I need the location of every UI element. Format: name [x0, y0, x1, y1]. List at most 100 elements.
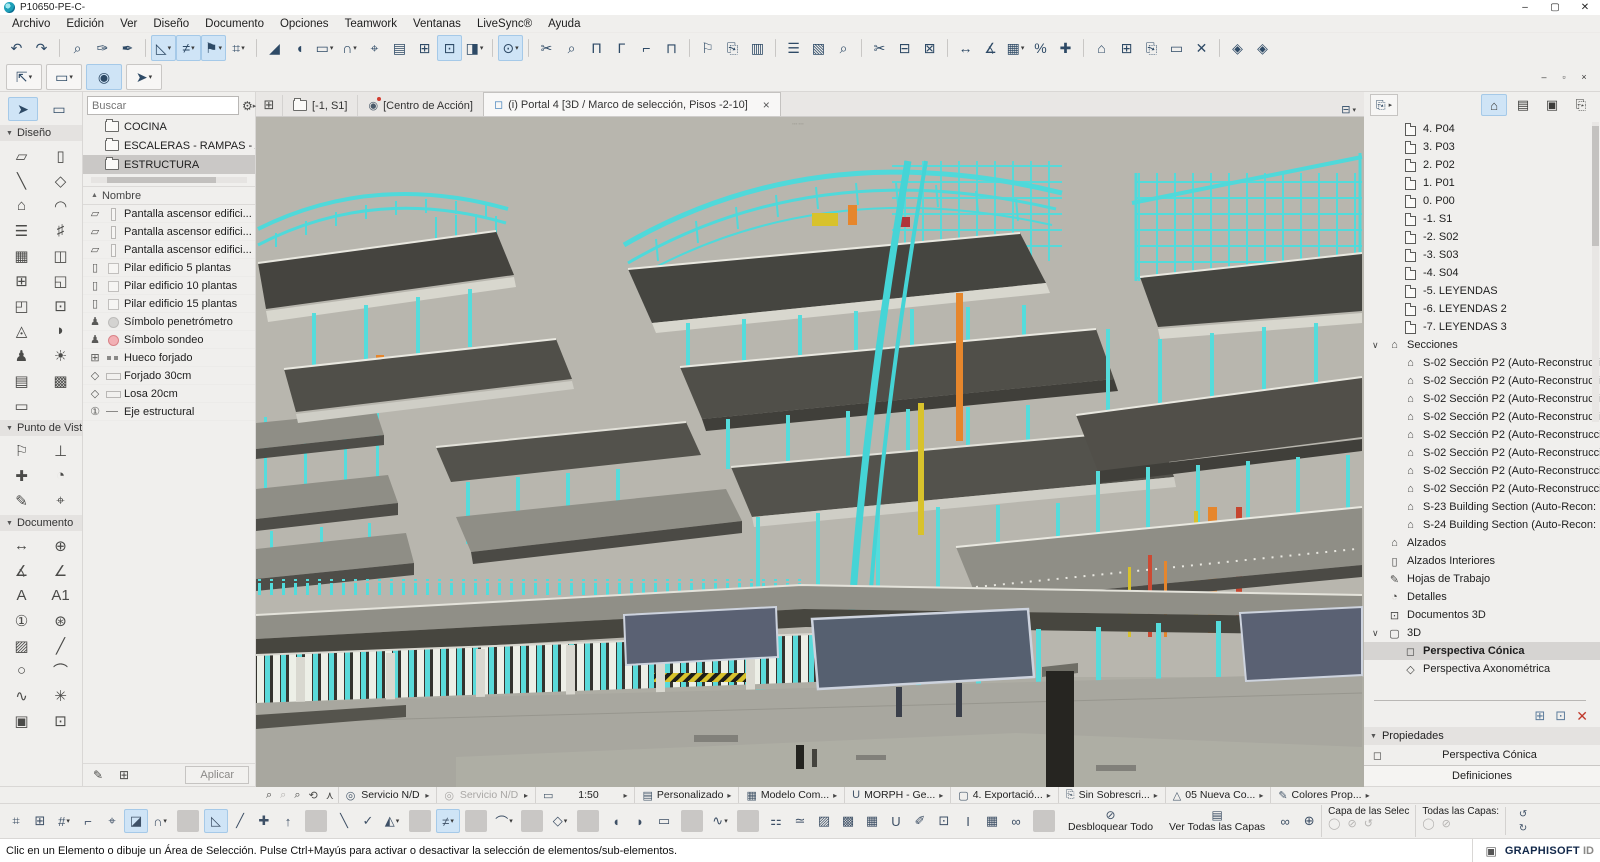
marquee-tool-icon[interactable]: ▭ [44, 97, 74, 121]
navigator-item[interactable]: ∨ Detalles [1364, 588, 1600, 606]
navigator-item[interactable]: ∨ -5. LEYENDAS [1364, 282, 1600, 300]
link-lock-icon[interactable]: ⊕ [1297, 809, 1321, 833]
redo-icon[interactable]: ↷▾ [29, 35, 54, 61]
unlock-all-button[interactable]: ⊘ Desbloquear Todo [1060, 805, 1161, 837]
project-chooser-button[interactable]: ⎘▸ [1370, 94, 1398, 116]
arc-segment-icon[interactable]: ⌒▾ [492, 809, 516, 833]
library-manager-icon[interactable]: ◈▾ [1225, 35, 1250, 61]
guide-lines-icon[interactable]: ≠▾ [176, 35, 201, 61]
subtract-icon[interactable]: ⊟▾ [892, 35, 917, 61]
link-elements-icon[interactable]: ∞ [1273, 809, 1297, 833]
trace-reference-icon[interactable]: ▭▾ [312, 35, 337, 61]
folder-item[interactable]: ESTRUCTURA [83, 155, 255, 174]
navigator-item[interactable]: ∨ Alzados Interiores [1364, 552, 1600, 570]
navigator-item[interactable]: ∨ Hojas de Trabajo [1364, 570, 1600, 588]
railing-tool-icon[interactable]: ♯ [45, 218, 77, 243]
window-tool-icon[interactable]: ⊞ [6, 268, 38, 293]
menu-item[interactable]: Ver [112, 18, 145, 30]
menu-item[interactable]: LiveSync® [469, 18, 540, 30]
cut-plane-icon[interactable]: ✂▾ [534, 35, 559, 61]
navigator-item[interactable]: ∨ -2. S02 [1364, 228, 1600, 246]
ibeam-icon[interactable]: I▾ [956, 809, 980, 833]
figure-tool-icon[interactable]: ▣ [6, 708, 38, 733]
render-mode-icon[interactable]: ◨▾ [462, 35, 487, 61]
segment-scale[interactable]: ▭1:50▸ [535, 787, 634, 803]
plane-right-icon[interactable]: ◗▾ [628, 809, 652, 833]
navigator-item[interactable]: ∨ -7. LEYENDAS 3 [1364, 318, 1600, 336]
plane-left-icon[interactable]: ◖▾ [604, 809, 628, 833]
navigator-item[interactable]: ∨ S-02 Sección P2 (Auto-Reconstrucci [1364, 480, 1600, 498]
view-map-icon[interactable]: ▤ [1510, 94, 1536, 116]
segment-service-1[interactable]: ◎Servicio N/D▸ [338, 787, 437, 803]
home-story-icon[interactable]: ⌂▾ [1089, 35, 1114, 61]
section-tool-icon[interactable]: ⚐ [6, 438, 38, 463]
drawing-icon[interactable]: ▭▾ [1164, 35, 1189, 61]
search-input[interactable] [87, 96, 239, 115]
zoom-tool-icon[interactable]: ⌕▾ [559, 35, 584, 61]
grid-tool-icon[interactable]: ① [6, 608, 38, 633]
skylight-tool-icon[interactable]: ◱ [45, 268, 77, 293]
gravity-icon[interactable]: ◢▾ [262, 35, 287, 61]
angle-dimension-icon[interactable]: ∡▾ [978, 35, 1003, 61]
guide-lines-icon[interactable]: ≠▾ [436, 809, 460, 833]
snap-grid-icon[interactable]: ⌗▾ [226, 35, 251, 61]
quad-view-icon[interactable]: ⊞ [256, 94, 282, 116]
horizontal-scrollbar[interactable] [91, 177, 247, 183]
favorite-item[interactable]: Pantalla ascensor edifici... [83, 205, 255, 223]
preselect-icon[interactable]: ⇱▾ [6, 64, 42, 90]
walk-mode-icon[interactable]: ⋏ [322, 789, 338, 802]
opening-tool-icon[interactable]: ▭ [6, 393, 38, 418]
setsquare-icon[interactable]: ◺▾ [204, 809, 228, 833]
place-module-icon[interactable]: ⊞▾ [1114, 35, 1139, 61]
orbit-icon[interactable]: ⊙▾ [498, 35, 523, 61]
toolbox-section-document[interactable]: ▼Documento [0, 515, 82, 531]
spline-icon[interactable]: ∿▾ [708, 809, 732, 833]
navigator-item[interactable]: ∨ S-02 Sección P2 (Auto-Reconstrucci [1364, 444, 1600, 462]
graphisoft-id[interactable]: ▣ GRAPHISOFT ID [1472, 839, 1594, 862]
hotspot-tool-icon[interactable]: ✳ [45, 683, 77, 708]
navigator-item[interactable]: ∨ -3. S03 [1364, 246, 1600, 264]
navigator-item[interactable]: ∨ 3D [1364, 624, 1600, 642]
marker-icon[interactable]: ⚐▾ [695, 35, 720, 61]
close-button[interactable]: ✕ [1570, 2, 1600, 13]
editing-plane-icon[interactable]: ◖▾ [287, 35, 312, 61]
layer-state-icon[interactable]: ↺ [1364, 817, 1373, 830]
menu-item[interactable]: Diseño [145, 18, 197, 30]
navigator-item[interactable]: ∨ 0. P00 [1364, 192, 1600, 210]
tab-action-center[interactable]: ◉ [Centro de Acción] [357, 95, 483, 116]
shell2-tool-icon[interactable]: ◗ [45, 318, 77, 343]
publisher-icon[interactable]: ⎘ [1568, 94, 1594, 116]
favorite-item[interactable]: Pantalla ascensor edifici... [83, 241, 255, 259]
level-dimension-tool-icon[interactable]: ⊕ [45, 533, 77, 558]
plane-box-icon[interactable]: ▭▾ [652, 809, 676, 833]
survey-point-icon[interactable]: ⌖▾ [362, 35, 387, 61]
menu-item[interactable]: Archivo [4, 18, 58, 30]
menu-item[interactable]: Ventanas [405, 18, 469, 30]
intersect-icon[interactable]: ⌐▾ [634, 35, 659, 61]
layout-book-icon[interactable]: ▣ [1539, 94, 1565, 116]
marquee-arrow-icon[interactable]: ▭▾ [46, 64, 82, 90]
navigator-item[interactable]: ∨ S-02 Sección P2 (Auto-Reconstrucci [1364, 372, 1600, 390]
menu-item[interactable]: Ayuda [540, 18, 588, 30]
library-settings-icon[interactable]: ◈▾ [1250, 35, 1275, 61]
grid2-icon[interactable]: ▦▾ [980, 809, 1004, 833]
favorite-item[interactable]: Pantalla ascensor edifici... [83, 223, 255, 241]
navigator-item[interactable]: ∨ S-02 Sección P2 (Auto-Reconstrucci [1364, 462, 1600, 480]
zoom-out-icon[interactable]: ⌕ [262, 789, 276, 802]
favorite-item[interactable]: Pilar edificio 5 plantas [83, 259, 255, 277]
fills-icon[interactable]: ▧▾ [806, 35, 831, 61]
lock-icon[interactable]: ∩▾ [337, 35, 362, 61]
magnet-icon[interactable]: ◉▾ [86, 64, 122, 90]
expander-icon[interactable]: ∨ [1372, 628, 1382, 639]
segment-pen-set[interactable]: ✎Colores Prop...▸ [1270, 787, 1376, 803]
circle-tool-icon[interactable]: ○ [6, 658, 38, 683]
maximize-button[interactable]: ▢ [1540, 2, 1570, 13]
grid-system-icon[interactable]: ▦▾ [1003, 35, 1028, 61]
transform-icon[interactable]: ⊡▾ [437, 35, 462, 61]
zone-stamp-tool-icon[interactable]: ⊛ [45, 608, 77, 633]
gear-icon[interactable]: ⚙▸ [242, 99, 256, 113]
child-minimize-button[interactable]: – [1534, 72, 1554, 82]
apply-button[interactable]: Aplicar [185, 766, 249, 784]
edit-criteria-icon[interactable]: ✎ [89, 762, 107, 788]
brush-icon[interactable]: ✐▾ [908, 809, 932, 833]
